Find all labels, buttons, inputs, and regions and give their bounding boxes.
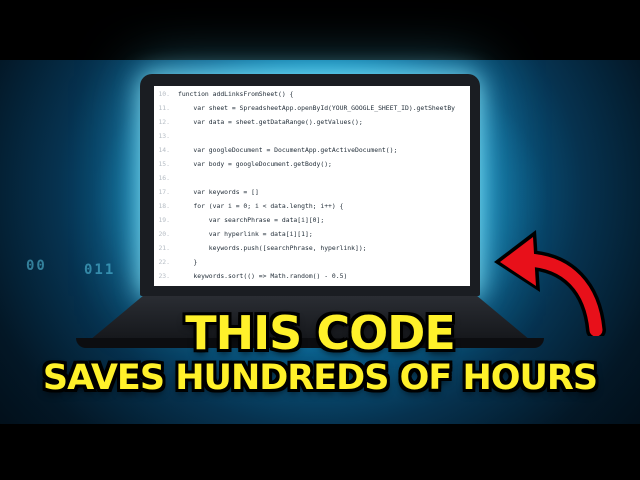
code-line: 19. var searchPhrase = data[i][0]; [154, 214, 324, 226]
line-number: 20. [158, 230, 170, 238]
code-line: 13. [154, 130, 178, 142]
line-number: 16. [158, 174, 170, 182]
letterbox-top [0, 0, 640, 60]
line-number: 22. [158, 258, 170, 266]
code-line: 18. for (var i = 0; i < data.length; i++… [154, 200, 343, 212]
line-number: 10. [158, 90, 170, 98]
code-line: 11. var sheet = SpreadsheetApp.openById(… [154, 102, 455, 114]
code-text: var searchPhrase = data[i][0]; [178, 216, 325, 224]
code-line: 10. function addLinksFromSheet() { [154, 88, 293, 100]
code-line: 16. [154, 172, 178, 184]
line-number: 14. [158, 146, 170, 154]
code-line: 14. var googleDocument = DocumentApp.get… [154, 144, 397, 156]
code-line: 17. var keywords = [] [154, 186, 259, 198]
code-editor-panel: 10. function addLinksFromSheet() { 11. va… [154, 86, 470, 286]
code-text: for (var i = 0; i < data.length; i++) { [178, 202, 344, 210]
code-text: var hyperlink = data[i][1]; [178, 230, 313, 238]
headline-line-1: THIS CODE [185, 306, 456, 360]
code-text: var googleDocument = DocumentApp.getActi… [178, 146, 398, 154]
code-line: 22. } [154, 256, 197, 268]
binary-digits-decoration: 011 [84, 262, 116, 278]
line-number: 21. [158, 244, 170, 252]
code-text: var keywords = [] [178, 188, 259, 196]
code-line: 21. keywords.push([searchPhrase, hyperli… [154, 242, 367, 254]
line-number: 19. [158, 216, 170, 224]
code-text: var sheet = SpreadsheetApp.openById(YOUR… [178, 104, 456, 112]
code-text: } [178, 258, 198, 266]
code-text: var data = sheet.getDataRange().getValue… [178, 118, 363, 126]
code-text: keywords.sort(() => Math.random() - 0.5) [178, 272, 348, 280]
line-number: 13. [158, 132, 170, 140]
line-number: 17. [158, 188, 170, 196]
code-line: 23. keywords.sort(() => Math.random() - … [154, 270, 347, 282]
code-text: function addLinksFromSheet() { [178, 90, 294, 98]
line-number: 18. [158, 202, 170, 210]
line-number: 23. [158, 272, 170, 280]
laptop-screen: 10. function addLinksFromSheet() { 11. va… [140, 74, 480, 296]
code-text: keywords.push([searchPhrase, hyperlink])… [178, 244, 367, 252]
thumbnail-canvas: 00 011 10. function addLinksFromSheet() {… [0, 0, 640, 480]
headline-line-2: SAVES HUNDREDS OF HOURS [42, 358, 598, 398]
code-line: 15. var body = googleDocument.getBody(); [154, 158, 332, 170]
binary-digits-decoration: 00 [26, 258, 47, 274]
code-line: 12. var data = sheet.getDataRange().getV… [154, 116, 363, 128]
line-number: 15. [158, 160, 170, 168]
code-line: 20. var hyperlink = data[i][1]; [154, 228, 313, 240]
letterbox-bottom [0, 424, 640, 480]
line-number: 11. [158, 104, 170, 112]
line-number: 12. [158, 118, 170, 126]
code-text: var body = googleDocument.getBody(); [178, 160, 332, 168]
